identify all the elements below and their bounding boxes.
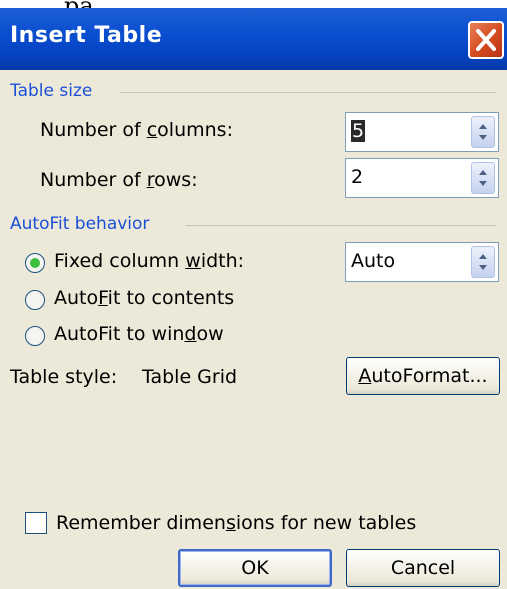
autofit-group-label: AutoFit behavior [10,214,150,234]
fixed-width-spin-arrows[interactable] [471,246,495,278]
autofit-divider [186,225,496,226]
fixed-width-value[interactable]: Auto [351,250,395,272]
table-size-group-label: Table size [10,81,93,101]
rows-value[interactable]: 2 [351,166,363,188]
fixed-width-label[interactable]: Fixed column width: [54,250,244,272]
spin-up-icon[interactable] [479,254,487,259]
table-style-value: Table Grid [142,366,238,388]
table-size-divider [120,92,496,93]
dialog-title: Insert Table [10,23,163,48]
autofit-contents-radio[interactable] [25,290,45,310]
spin-down-icon[interactable] [479,181,487,186]
remember-dimensions-label[interactable]: Remember dimensions for new tables [56,512,416,534]
rows-spinner[interactable]: 2 [345,158,499,198]
cancel-button[interactable]: Cancel [346,549,500,587]
columns-spin-arrows[interactable] [471,116,495,148]
autofit-window-radio[interactable] [25,326,45,346]
autofit-contents-label[interactable]: AutoFit to contents [54,287,234,309]
autoformat-button[interactable]: AutoFormat... [346,357,500,395]
ok-button[interactable]: OK [178,549,332,587]
columns-spinner[interactable]: 5 [345,112,499,152]
spin-up-icon[interactable] [479,170,487,175]
close-icon [476,29,496,51]
fixed-width-radio[interactable] [25,253,45,273]
close-button[interactable] [468,21,504,59]
remember-dimensions-checkbox[interactable] [25,512,47,534]
spin-down-icon[interactable] [479,135,487,140]
background-document-text: ，pa ， [40,0,340,8]
dialog-content: Table size Number of columns: 5 Number o… [0,70,507,589]
rows-spin-arrows[interactable] [471,162,495,194]
table-style-label: Table style: [10,366,118,388]
dialog-titlebar[interactable]: Insert Table [0,8,507,70]
fixed-width-spinner[interactable]: Auto [345,242,499,282]
columns-value[interactable]: 5 [351,120,366,142]
spin-up-icon[interactable] [479,124,487,129]
spin-down-icon[interactable] [479,265,487,270]
rows-label: Number of rows: [40,169,198,191]
autofit-window-label[interactable]: AutoFit to window [54,323,224,345]
columns-label: Number of columns: [40,119,233,141]
insert-table-dialog: Insert Table Table size Number of column… [0,8,507,589]
